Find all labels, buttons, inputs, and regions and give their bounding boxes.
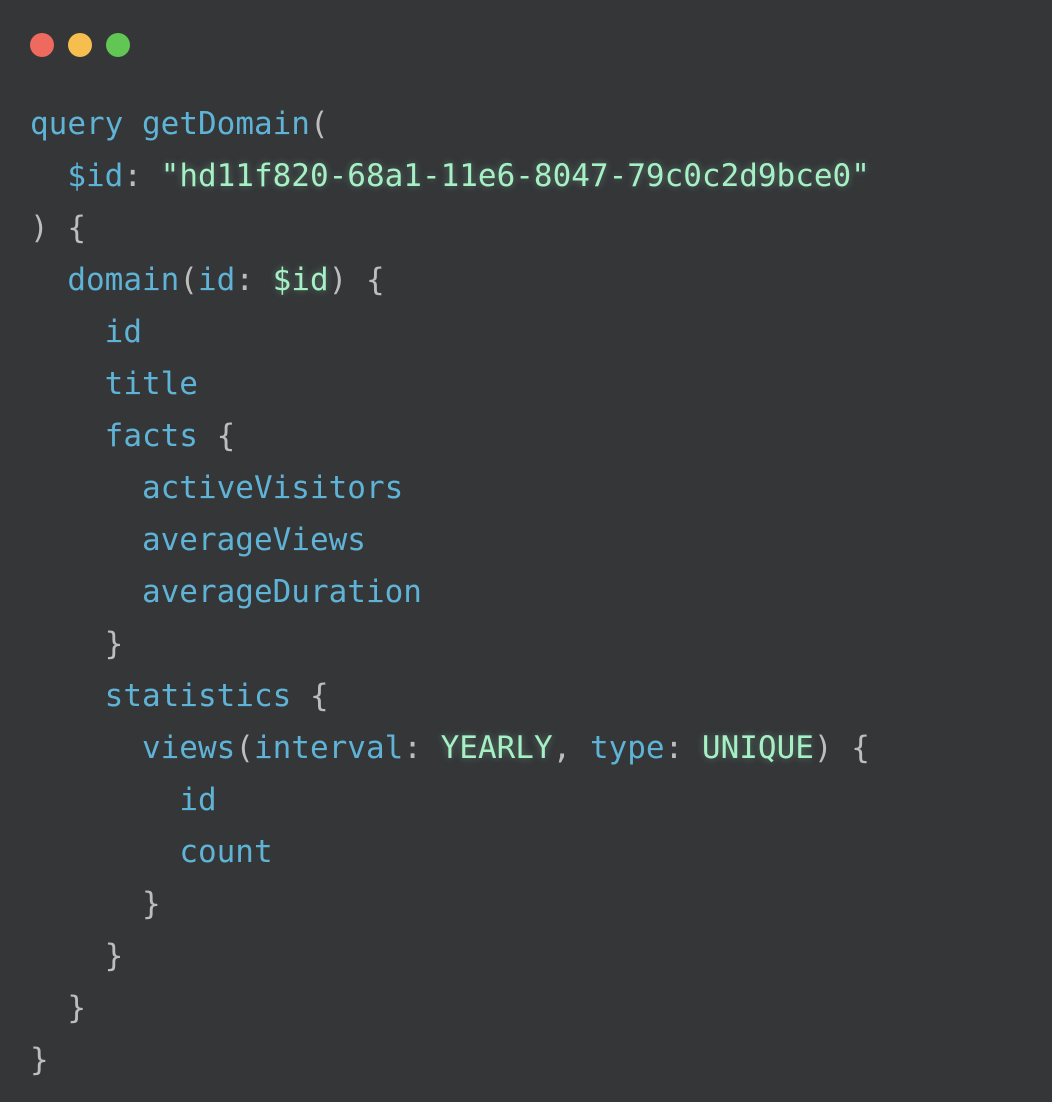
operation-name: getDomain: [142, 106, 310, 142]
minimize-button[interactable]: [68, 33, 92, 57]
facts-field: averageViews: [141, 522, 366, 558]
code-line-17: }: [30, 930, 870, 982]
code-line-14: id: [30, 774, 870, 826]
code-line-10: averageDuration: [30, 566, 870, 618]
variable-value: "hd11f820-68a1-11e6-8047-79c0c2d9bce0": [160, 158, 870, 194]
field-id: id: [104, 314, 142, 350]
facts-field: averageDuration: [141, 574, 422, 610]
close-paren-brace: ) {: [30, 210, 86, 246]
code-line-5: id: [30, 306, 870, 358]
comma: ,: [552, 730, 590, 766]
field-views: views: [141, 730, 236, 766]
colon: :: [403, 730, 441, 766]
root-arg-value: $id: [272, 262, 329, 298]
views-field: id: [179, 782, 217, 818]
field-facts: facts: [104, 418, 198, 454]
code-line-13: views(interval: YEARLY, type: UNIQUE) {: [30, 722, 870, 774]
colon: :: [235, 262, 273, 298]
code-line-19: }: [30, 1034, 870, 1086]
code-line-12: statistics {: [30, 670, 870, 722]
code-line-1: query getDomain(: [30, 98, 870, 150]
code-line-8: activeVisitors: [30, 462, 870, 514]
close-brace: }: [104, 938, 124, 974]
paren-brace: ) {: [328, 262, 385, 298]
views-arg1-value: YEARLY: [440, 730, 553, 766]
open-paren: (: [309, 106, 329, 142]
maximize-button[interactable]: [106, 33, 130, 57]
open-brace: {: [291, 678, 329, 714]
colon: :: [664, 730, 702, 766]
code-line-6: title: [30, 358, 870, 410]
window-controls: [30, 33, 130, 57]
paren-brace: ) {: [813, 730, 870, 766]
close-brace: }: [67, 990, 86, 1026]
field-title: title: [104, 366, 198, 402]
close-button[interactable]: [30, 33, 54, 57]
paren: (: [179, 262, 198, 298]
query-keyword: query: [30, 106, 124, 142]
close-brace: }: [30, 1042, 49, 1078]
code-line-15: count: [30, 826, 870, 878]
close-brace: }: [104, 626, 124, 662]
views-arg2-value: UNIQUE: [701, 730, 814, 766]
code-window: query getDomain( $id: "hd11f820-68a1-11e…: [0, 0, 1052, 1102]
code-line-9: averageViews: [30, 514, 870, 566]
paren: (: [235, 730, 254, 766]
facts-field: activeVisitors: [141, 470, 404, 506]
close-brace: }: [141, 886, 161, 922]
code-block: query getDomain( $id: "hd11f820-68a1-11e…: [30, 98, 870, 1086]
code-line-3: ) {: [30, 202, 870, 254]
root-field: domain: [67, 262, 180, 298]
colon: :: [123, 158, 161, 194]
code-line-18: }: [30, 982, 870, 1034]
open-brace: {: [197, 418, 236, 454]
field-statistics: statistics: [104, 678, 292, 714]
views-arg2-name: type: [589, 730, 665, 766]
code-line-4: domain(id: $id) {: [30, 254, 870, 306]
views-field: count: [179, 834, 273, 870]
code-line-16: }: [30, 878, 870, 930]
views-arg1-name: interval: [253, 730, 404, 766]
root-arg-name: id: [197, 262, 236, 298]
variable-name: $id: [67, 158, 124, 194]
code-line-2: $id: "hd11f820-68a1-11e6-8047-79c0c2d9bc…: [30, 150, 870, 202]
code-line-11: }: [30, 618, 870, 670]
code-line-7: facts {: [30, 410, 870, 462]
